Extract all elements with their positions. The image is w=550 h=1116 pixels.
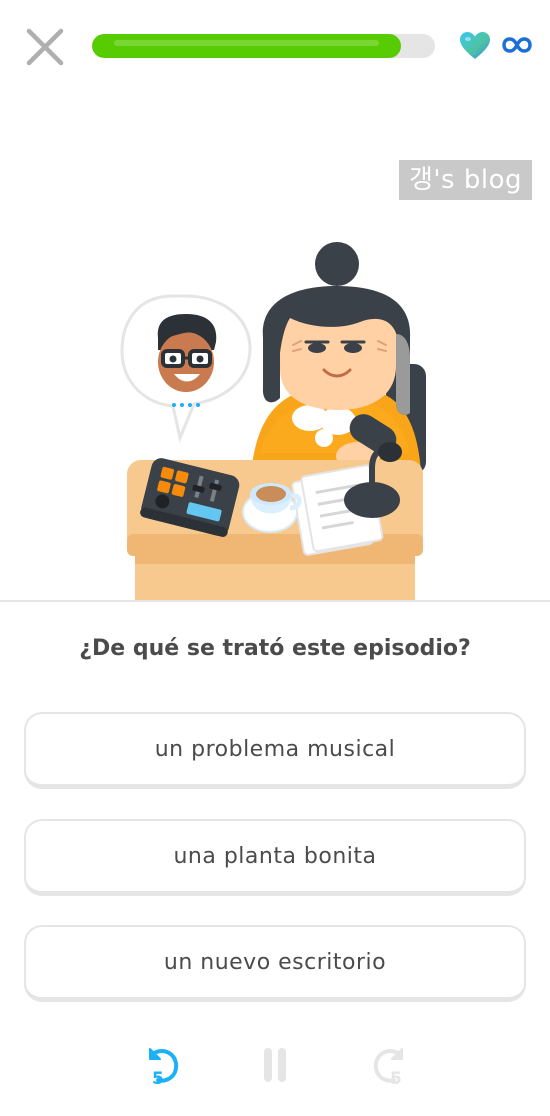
svg-text:5: 5 [152, 1069, 164, 1087]
choice-label: una planta bonita [173, 843, 377, 869]
progress-fill [92, 34, 401, 58]
choice-button-2[interactable]: una planta bonita [24, 819, 526, 896]
microphone-base [344, 482, 400, 518]
pause-button[interactable] [253, 1043, 297, 1087]
progress-bar [92, 34, 435, 58]
rewind-5-button[interactable]: 5 [140, 1043, 184, 1089]
choice-label: un problema musical [154, 736, 396, 762]
rewind-5-icon: 5 [149, 1048, 179, 1089]
divider [0, 600, 550, 602]
forward-5-button[interactable]: 5 [368, 1043, 412, 1089]
question-text: ¿De qué se trató este episodio? [79, 636, 471, 661]
close-icon[interactable] [24, 26, 66, 68]
hair-bun [315, 242, 359, 286]
forward-5-icon: 5 [373, 1048, 403, 1089]
progress-shine [114, 40, 379, 46]
pause-icon [264, 1048, 286, 1082]
podcast-host-illustration [120, 242, 426, 600]
infinity-icon [502, 37, 532, 53]
choice-label: un nuevo escritorio [163, 949, 387, 975]
blog-watermark: 갱's blog [399, 160, 532, 200]
svg-text:5: 5 [390, 1069, 402, 1087]
heart-icon[interactable] [459, 31, 491, 61]
choice-button-3[interactable]: un nuevo escritorio [24, 925, 526, 1002]
choice-button-1[interactable]: un problema musical [24, 712, 526, 789]
